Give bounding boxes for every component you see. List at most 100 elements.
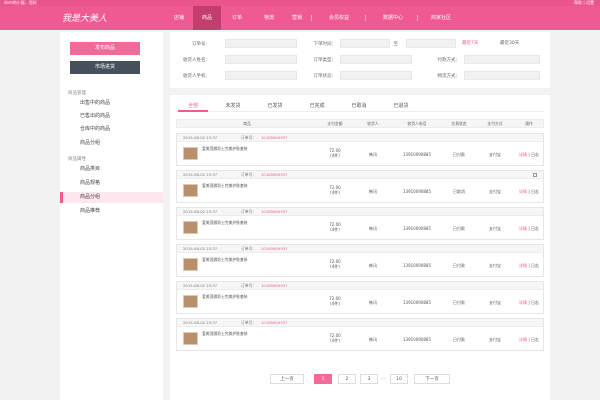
order-log-link[interactable]: 日志	[531, 189, 539, 194]
product-name[interactable]: 爱美莲娜男士完美护肤套装	[202, 146, 252, 151]
buyer-phone-input[interactable]	[225, 71, 297, 80]
sidebar-item-groups[interactable]: 商品分组	[60, 138, 163, 149]
sidebar-item-recommend[interactable]: 商品推荐	[60, 206, 163, 217]
order-number-link[interactable]: 10185809937	[261, 208, 288, 216]
payment-amount: 72.00 (4件)	[317, 148, 353, 158]
pagination-ellipsis: ...	[381, 376, 386, 381]
page-10-button[interactable]: 10	[390, 374, 408, 384]
last-30-days-link[interactable]: 最近30天	[500, 40, 519, 46]
order-log-link[interactable]: 日志	[531, 226, 539, 231]
order-time-label: 下单时间：	[313, 42, 337, 47]
order-number-link[interactable]: 10185809937	[261, 245, 288, 253]
order-log-link[interactable]: 日志	[531, 300, 539, 305]
sidebar-item-category[interactable]: 商品类目	[60, 164, 163, 175]
order-detail-link[interactable]: 详情	[519, 152, 527, 157]
tab-cancelled[interactable]: 已取消	[344, 101, 374, 112]
order-detail-link[interactable]: 详情	[519, 337, 527, 342]
product-name[interactable]: 爱美莲娜男士完美护肤套装	[202, 294, 252, 299]
order-no-label: 订单号：	[241, 135, 257, 140]
order-date: 2015-08-02 23:37	[183, 209, 218, 214]
logo[interactable]: 我是大美人	[62, 11, 110, 27]
product-name[interactable]: 爱美莲娜男士完美护肤套装	[202, 331, 252, 336]
page-2-button[interactable]: 2	[338, 374, 356, 384]
tab-completed[interactable]: 已完成	[302, 101, 332, 112]
page-1-button[interactable]: 1	[314, 374, 332, 384]
page-3-button[interactable]: 3	[360, 374, 378, 384]
sidebar-item-spec[interactable]: 商品规格	[60, 178, 163, 189]
product-name[interactable]: 爱美莲娜男士完美护肤套装	[202, 183, 252, 188]
nav-item-logistics[interactable]: 物流	[255, 6, 283, 30]
trash-icon[interactable]	[533, 173, 537, 177]
order-number-link[interactable]: 10185809937	[261, 282, 288, 290]
nav-item-data-center[interactable]: 数据中心	[369, 6, 417, 30]
receiver-phone: 13910090885	[403, 263, 431, 268]
product-thumbnail[interactable]	[183, 147, 198, 160]
order-detail-link[interactable]: 详情	[519, 263, 527, 268]
order-status-select[interactable]	[340, 71, 412, 80]
sidebar-item-sold[interactable]: 已售出的商品	[60, 111, 163, 122]
prev-page-button[interactable]: 上一页	[270, 374, 304, 384]
last-7-days-link[interactable]: 最近7天	[462, 40, 478, 46]
header-product: 商品	[243, 121, 251, 126]
item-count: (4件)	[330, 264, 340, 269]
product-name[interactable]: 爱美莲娜男士完美护肤套装	[202, 257, 252, 262]
tab-unshipped[interactable]: 未发货	[218, 101, 248, 112]
order-detail-link[interactable]: 详情	[519, 300, 527, 305]
tab-all[interactable]: 全部	[178, 101, 208, 112]
header-amount: 支付金额	[327, 121, 343, 126]
order-filter-panel: 订单号： 下单时间： 至 最近7天 最近30天 收货人姓名： 订单类型： 付款方…	[170, 32, 550, 88]
order-detail-link[interactable]: 详情	[519, 189, 527, 194]
order-detail-link[interactable]: 详情	[519, 226, 527, 231]
nav-item-community[interactable]: 商家社区	[417, 6, 465, 30]
tab-shipped[interactable]: 已发货	[260, 101, 290, 112]
order-header: 2015-08-02 23:37 订单号： 10185809937	[177, 282, 543, 290]
receiver-phone: 13910090885	[403, 300, 431, 305]
product-thumbnail[interactable]	[183, 295, 198, 308]
nav-item-marketing[interactable]: 营销	[283, 6, 311, 30]
order-status: 已付款	[453, 152, 465, 157]
sidebar-item-on-sale[interactable]: 出售中的商品	[60, 98, 163, 109]
order-no-label: 订单号：	[192, 42, 210, 47]
product-thumbnail[interactable]	[183, 258, 198, 271]
product-thumbnail[interactable]	[183, 221, 198, 234]
pay-method-select[interactable]	[464, 55, 540, 64]
nav-item-orders[interactable]: 订单	[223, 6, 251, 30]
order-log-link[interactable]: 日志	[531, 337, 539, 342]
order-type-select[interactable]	[340, 55, 412, 64]
order-no-label: 订单号：	[241, 172, 257, 177]
order-no-input[interactable]	[225, 39, 297, 48]
sidebar-group-title: 商品属性	[68, 157, 86, 162]
order-status-label: 订单状态：	[313, 74, 337, 79]
product-thumbnail[interactable]	[183, 332, 198, 345]
product-thumbnail[interactable]	[183, 184, 198, 197]
nav-item-products[interactable]: 商品	[193, 6, 221, 30]
next-page-button[interactable]: 下一页	[414, 374, 450, 384]
buyer-name-input[interactable]	[225, 55, 297, 64]
order-status: 已付款	[453, 263, 465, 268]
logistics-select[interactable]	[464, 71, 540, 80]
order-log-link[interactable]: 日志	[531, 152, 539, 157]
market-purchase-button[interactable]: 市场进货	[70, 61, 140, 74]
tab-returned[interactable]: 已退货	[386, 101, 416, 112]
sidebar-item-warehouse[interactable]: 仓库中的商品	[60, 124, 163, 135]
order-number-link[interactable]: 10185809937	[261, 171, 288, 179]
order-row: 2015-08-02 23:37 订单号： 10185809937 爱美莲娜男士完美护…	[176, 170, 544, 203]
receiver-phone: 13910090885	[403, 226, 431, 231]
payment-amount: 72.00 (4件)	[317, 333, 353, 343]
buyer-name-label: 收货人姓名：	[183, 58, 210, 63]
sidebar-item-groups-active[interactable]: 商品分组	[60, 192, 163, 203]
order-header: 2015-08-02 23:37 订单号： 10185809937	[177, 171, 543, 179]
payment-amount: 72.00 (4件)	[317, 296, 353, 306]
order-time-end-input[interactable]	[406, 39, 456, 48]
nav-item-member[interactable]: 会员权益	[315, 6, 363, 30]
order-number-link[interactable]: 10185809937	[261, 319, 288, 327]
order-actions: 详情 | 日志	[519, 337, 539, 342]
product-name[interactable]: 爱美莲娜男士完美护肤套装	[202, 220, 252, 225]
order-log-link[interactable]: 日志	[531, 263, 539, 268]
buyer-phone-label: 收货人手机：	[183, 74, 210, 79]
header-pay: 支付方式	[487, 121, 503, 126]
nav-item-store[interactable]: 店铺	[165, 6, 193, 30]
order-number-link[interactable]: 10185809937	[261, 134, 288, 142]
publish-product-button[interactable]: 发布商品	[70, 42, 140, 55]
item-count: (4件)	[330, 338, 340, 343]
